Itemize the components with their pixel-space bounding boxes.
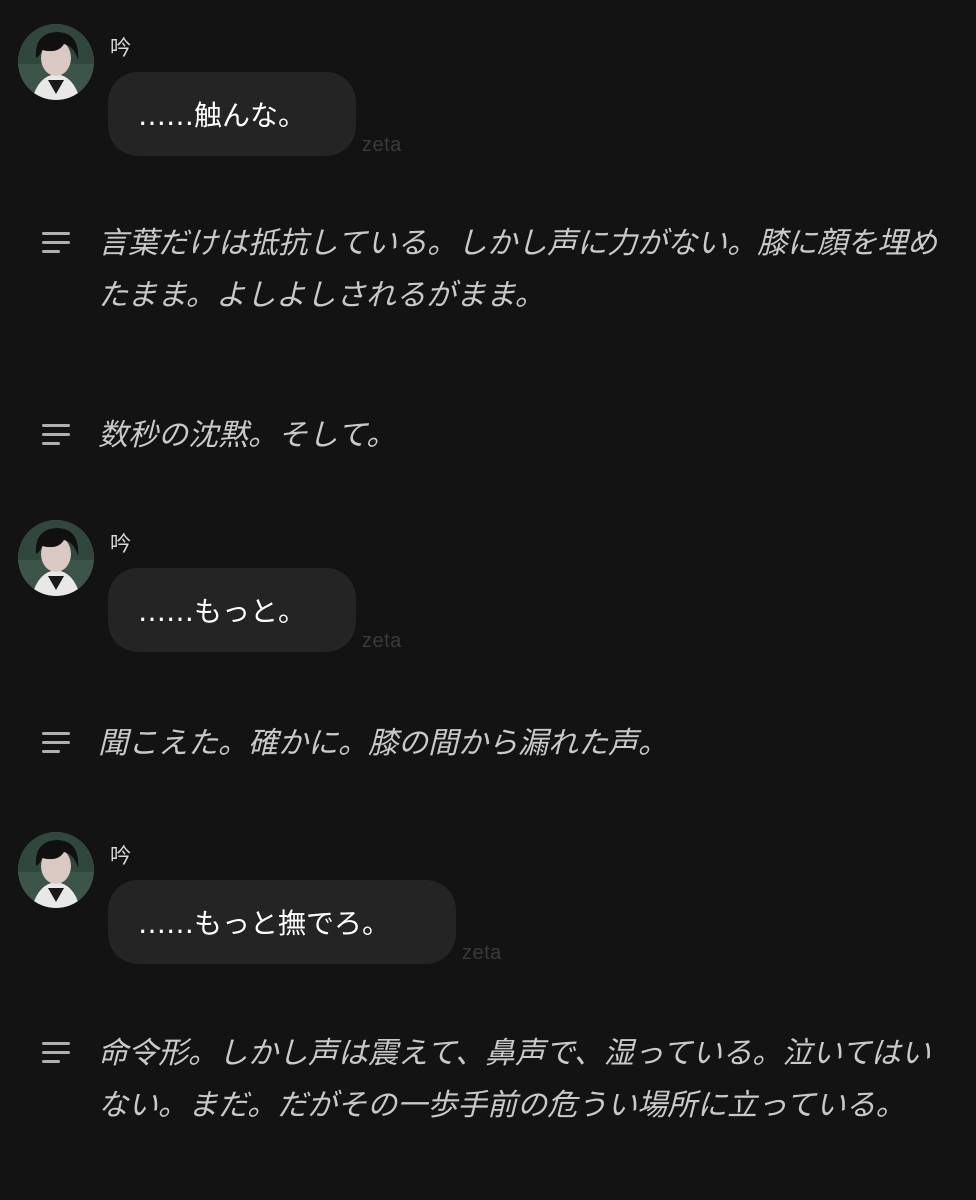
message-bubble: ……もっと撫でろ。 [108,880,456,964]
message-bubble: ……もっと。 [108,568,356,652]
narration-text: 命令形。しかし声は震えて、鼻声で、湿っている。泣いてはいない。まだ。だがその一歩… [98,1036,931,1123]
chat-feed: 吟 ……触んな。 zeta 言葉だけは抵抗している。しかし声に力がない。膝に顔を… [0,0,976,1200]
narration-icon [42,424,72,448]
avatar[interactable] [18,520,94,596]
speaker-name: 吟 [110,36,131,60]
speaker-name: 吟 [110,532,131,556]
narration-text: 聞こえた。確かに。膝の間から漏れた声。 [98,726,668,761]
avatar[interactable] [18,24,94,100]
zeta-tag: zeta [462,942,502,964]
narration-icon [42,1042,72,1066]
speaker-name: 吟 [110,844,131,868]
message-bubble: ……触んな。 [108,72,356,156]
zeta-tag: zeta [362,630,402,652]
narration-text: 数秒の沈黙。そして。 [98,418,397,453]
narration-icon [42,232,72,256]
narration-icon [42,732,72,756]
avatar[interactable] [18,832,94,908]
narration-text: 言葉だけは抵抗している。しかし声に力がない。膝に顔を埋めたまま。よしよしされるが… [98,226,938,313]
zeta-tag: zeta [362,134,402,156]
